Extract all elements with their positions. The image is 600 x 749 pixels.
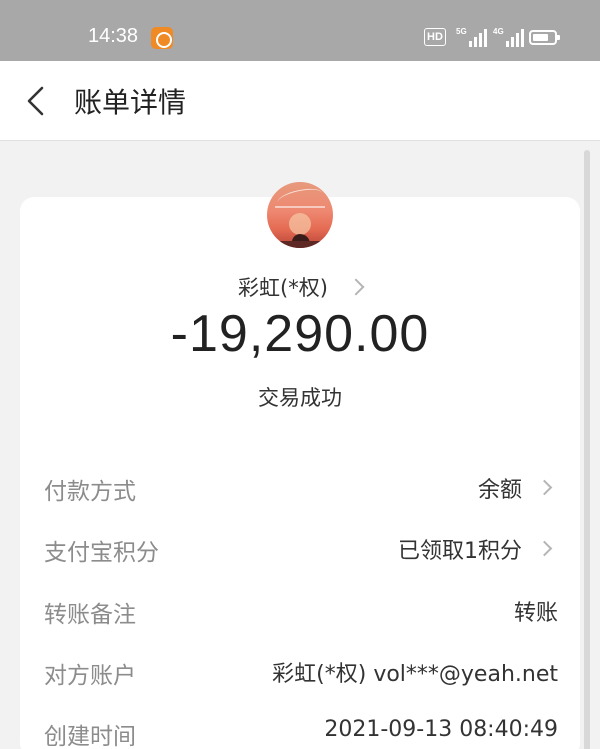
- chevron-left-icon[interactable]: [22, 85, 52, 117]
- page-title: 账单详情: [74, 86, 187, 119]
- chevron-right-icon: [347, 278, 365, 296]
- detail-label: 对方账户: [44, 663, 136, 689]
- detail-label: 创建时间: [44, 724, 136, 749]
- chevron-right-icon: [536, 540, 553, 557]
- detail-row-created-time: 创建时间 2021-09-13 08:40:49: [44, 711, 558, 749]
- hd-icon: HD: [424, 28, 446, 46]
- signal-4g-label: 4G: [493, 27, 504, 36]
- signal-4g-icon: 4G: [493, 27, 529, 49]
- detail-value: 彩虹(*权) vol***@yeah.net: [272, 662, 558, 687]
- transaction-amount: -19,290.00: [170, 305, 430, 363]
- detail-row-payment-method[interactable]: 付款方式 余额: [44, 466, 558, 506]
- payee-name: 彩虹(*权): [238, 276, 328, 300]
- scrollbar[interactable]: [584, 150, 590, 749]
- chevron-right-icon: [536, 479, 553, 496]
- signal-5g-icon: 5G: [456, 27, 492, 49]
- status-bar: 14:38 HD 5G 4G: [0, 0, 600, 61]
- payee-link[interactable]: 彩虹(*权): [0, 272, 600, 302]
- transaction-status: 交易成功: [258, 386, 342, 410]
- app-notification-icon: [151, 27, 173, 49]
- detail-value: 已领取1积分: [398, 539, 522, 564]
- detail-value: 余额: [477, 478, 522, 503]
- detail-value: 2021-09-13 08:40:49: [324, 717, 558, 742]
- payee-avatar[interactable]: [267, 182, 333, 248]
- detail-row-transfer-note: 转账备注 转账: [44, 589, 558, 629]
- detail-label: 转账备注: [44, 602, 136, 628]
- detail-value: 转账: [513, 601, 558, 626]
- nav-bar: 账单详情: [0, 61, 600, 141]
- detail-label: 支付宝积分: [44, 540, 159, 566]
- signal-5g-label: 5G: [456, 27, 467, 36]
- detail-label: 付款方式: [44, 479, 136, 505]
- detail-row-counterparty: 对方账户 彩虹(*权) vol***@yeah.net: [44, 650, 558, 690]
- battery-icon: [529, 30, 560, 45]
- detail-row-points[interactable]: 支付宝积分 已领取1积分: [44, 527, 558, 567]
- status-time: 14:38: [88, 25, 139, 47]
